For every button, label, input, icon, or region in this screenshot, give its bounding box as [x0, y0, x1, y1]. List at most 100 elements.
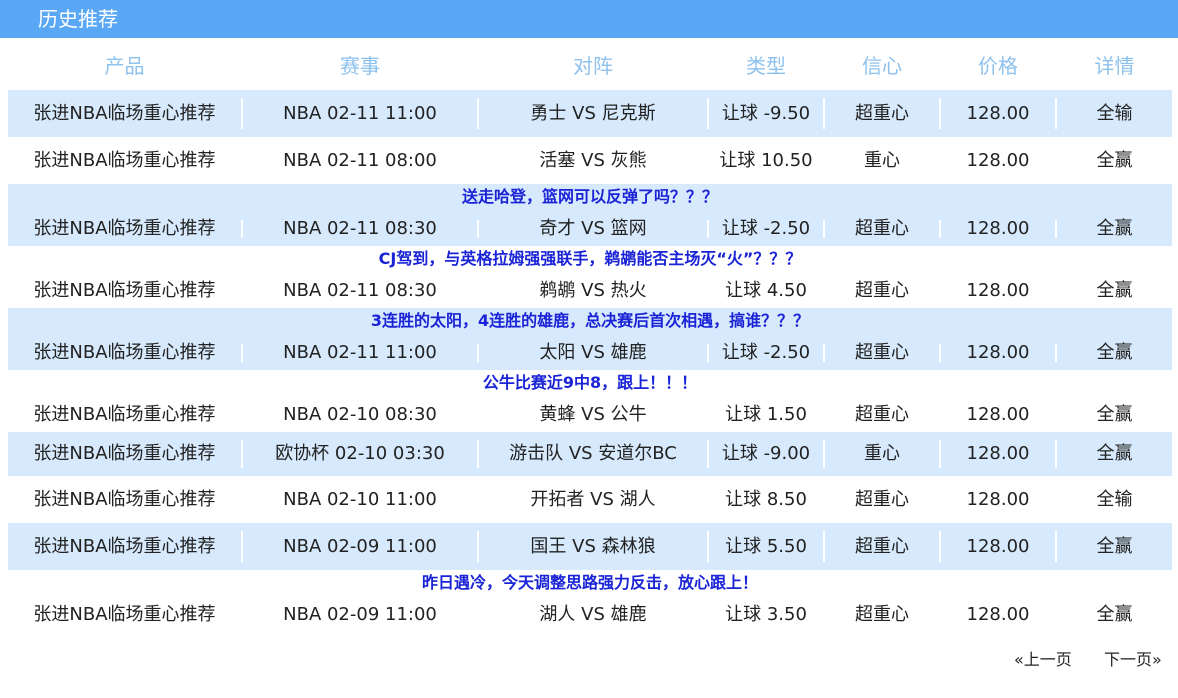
column-header-event: 赛事 — [340, 54, 380, 78]
cell-confidence: 超重心 — [855, 280, 909, 301]
column-divider — [1055, 531, 1057, 562]
table-row: 张进NBA临场重心推荐 NBA 02-11 08:00 活塞 VS 灰熊 让球 10.… — [8, 137, 1172, 184]
column-divider — [707, 440, 709, 468]
column-divider — [939, 344, 941, 362]
column-divider — [477, 344, 479, 362]
cell-type: 让球 10.50 — [719, 150, 813, 171]
column-header-price: 价格 — [978, 54, 1018, 78]
table-row: 3连胜的太阳，4连胜的雄鹿，总决赛后首次相遇，搞谁？？？ 张进NBA临场重心推荐 N… — [8, 308, 1172, 370]
row-note: 公牛比赛近9中8，跟上！！！ — [482, 373, 698, 392]
table-row: 张进NBA临场重心推荐 欧协杯 02-10 03:30 游击队 VS 安道尔BC 让球… — [8, 432, 1172, 476]
cell-match: 鹈鹕 VS 热火 — [539, 280, 647, 301]
cell-type: 让球 8.50 — [725, 489, 807, 510]
cell-type: 让球 1.50 — [725, 404, 807, 425]
cell-type: 让球 -2.50 — [721, 218, 811, 239]
cell-price: 128.00 — [966, 536, 1030, 557]
table-row: CJ驾到，与英格拉姆强强联手，鹈鹕能否主场灭“火”？？？ 张进NBA临场重心推荐 N… — [8, 246, 1172, 308]
cell-product: 张进NBA临场重心推荐 — [33, 604, 216, 625]
cell-match: 开拓者 VS 湖人 — [530, 489, 656, 510]
table-header: 产品 赛事 对阵 类型 信心 价格 详情 — [8, 44, 1172, 88]
cell-confidence: 重心 — [864, 150, 900, 171]
cell-match: 黄蜂 VS 公牛 — [539, 404, 647, 425]
cell-price: 128.00 — [966, 342, 1030, 363]
table-row: 张进NBA临场重心推荐 NBA 02-09 11:00 国王 VS 森林狼 让球 5.… — [8, 523, 1172, 570]
cell-detail: 全赢 — [1096, 536, 1133, 557]
cell-event: NBA 02-11 08:30 — [283, 280, 437, 301]
table-row: 张进NBA临场重心推荐 NBA 02-11 11:00 勇士 VS 尼克斯 让球 -9… — [8, 90, 1172, 137]
cell-product: 张进NBA临场重心推荐 — [33, 404, 216, 425]
column-divider — [939, 98, 941, 129]
table-row: 公牛比赛近9中8，跟上！！！ 张进NBA临场重心推荐 NBA 02-10 08:30… — [8, 370, 1172, 432]
column-divider — [477, 98, 479, 129]
column-header-confidence: 信心 — [862, 54, 902, 78]
cell-price: 128.00 — [966, 103, 1030, 124]
cell-confidence: 超重心 — [855, 103, 909, 124]
cell-match: 奇才 VS 篮网 — [539, 218, 647, 239]
column-header-type: 类型 — [746, 54, 786, 78]
cell-product: 张进NBA临场重心推荐 — [33, 443, 216, 464]
column-divider — [823, 344, 825, 362]
cell-match: 湖人 VS 雄鹿 — [539, 604, 647, 625]
column-divider — [1055, 440, 1057, 468]
column-divider — [707, 531, 709, 562]
cell-type: 让球 5.50 — [725, 536, 807, 557]
table-row: 昨日遇冷，今天调整思路强力反击，放心跟上！ 张进NBA临场重心推荐 NBA 02-0… — [8, 570, 1172, 632]
cell-detail: 全赢 — [1096, 218, 1133, 239]
cell-confidence: 超重心 — [855, 604, 909, 625]
row-note: 送走哈登，篮网可以反弹了吗？？？ — [461, 187, 718, 206]
cell-match: 活塞 VS 灰熊 — [539, 150, 647, 171]
column-divider — [241, 531, 243, 562]
cell-confidence: 超重心 — [855, 536, 909, 557]
cell-match: 游击队 VS 安道尔BC — [509, 443, 677, 464]
prev-page-link[interactable]: «上一页 — [1014, 648, 1072, 672]
cell-type: 让球 4.50 — [725, 280, 807, 301]
column-divider — [241, 220, 243, 238]
cell-price: 128.00 — [966, 489, 1030, 510]
cell-event: NBA 02-09 11:00 — [283, 604, 437, 625]
cell-price: 128.00 — [966, 150, 1030, 171]
cell-detail: 全赢 — [1096, 342, 1133, 363]
column-divider — [241, 98, 243, 129]
column-divider — [707, 220, 709, 238]
column-divider — [241, 440, 243, 468]
column-divider — [823, 531, 825, 562]
page-title: 历史推荐 — [38, 7, 118, 31]
cell-product: 张进NBA临场重心推荐 — [33, 489, 216, 510]
column-divider — [939, 440, 941, 468]
column-divider — [707, 344, 709, 362]
cell-confidence: 超重心 — [855, 342, 909, 363]
cell-type: 让球 -9.00 — [721, 443, 811, 464]
cell-event: NBA 02-11 08:30 — [283, 218, 437, 239]
page-header: 历史推荐 — [0, 0, 1178, 38]
cell-confidence: 重心 — [864, 443, 900, 464]
cell-product: 张进NBA临场重心推荐 — [33, 218, 216, 239]
cell-type: 让球 3.50 — [725, 604, 807, 625]
column-divider — [477, 531, 479, 562]
column-divider — [939, 531, 941, 562]
cell-price: 128.00 — [966, 604, 1030, 625]
cell-match: 勇士 VS 尼克斯 — [530, 103, 656, 124]
cell-event: NBA 02-11 11:00 — [283, 342, 437, 363]
row-note: 3连胜的太阳，4连胜的雄鹿，总决赛后首次相遇，搞谁？？？ — [370, 311, 810, 330]
column-divider — [1055, 344, 1057, 362]
cell-type: 让球 -9.50 — [721, 103, 811, 124]
cell-event: NBA 02-10 11:00 — [283, 489, 437, 510]
cell-confidence: 超重心 — [855, 218, 909, 239]
column-header-match: 对阵 — [573, 54, 613, 78]
cell-product: 张进NBA临场重心推荐 — [33, 342, 216, 363]
column-divider — [1055, 98, 1057, 129]
row-note: CJ驾到，与英格拉姆强强联手，鹈鹕能否主场灭“火”？？？ — [378, 249, 802, 268]
cell-match: 国王 VS 森林狼 — [530, 536, 656, 557]
cell-match: 太阳 VS 雄鹿 — [539, 342, 647, 363]
cell-price: 128.00 — [966, 280, 1030, 301]
table-row: 张进NBA临场重心推荐 NBA 02-10 11:00 开拓者 VS 湖人 让球 8.… — [8, 476, 1172, 523]
cell-detail: 全赢 — [1096, 150, 1133, 171]
next-page-link[interactable]: 下一页» — [1104, 648, 1162, 672]
column-divider — [707, 98, 709, 129]
cell-price: 128.00 — [966, 443, 1030, 464]
column-divider — [823, 98, 825, 129]
cell-detail: 全赢 — [1096, 604, 1133, 625]
column-divider — [241, 344, 243, 362]
column-header-detail: 详情 — [1094, 54, 1135, 78]
cell-product: 张进NBA临场重心推荐 — [33, 536, 216, 557]
